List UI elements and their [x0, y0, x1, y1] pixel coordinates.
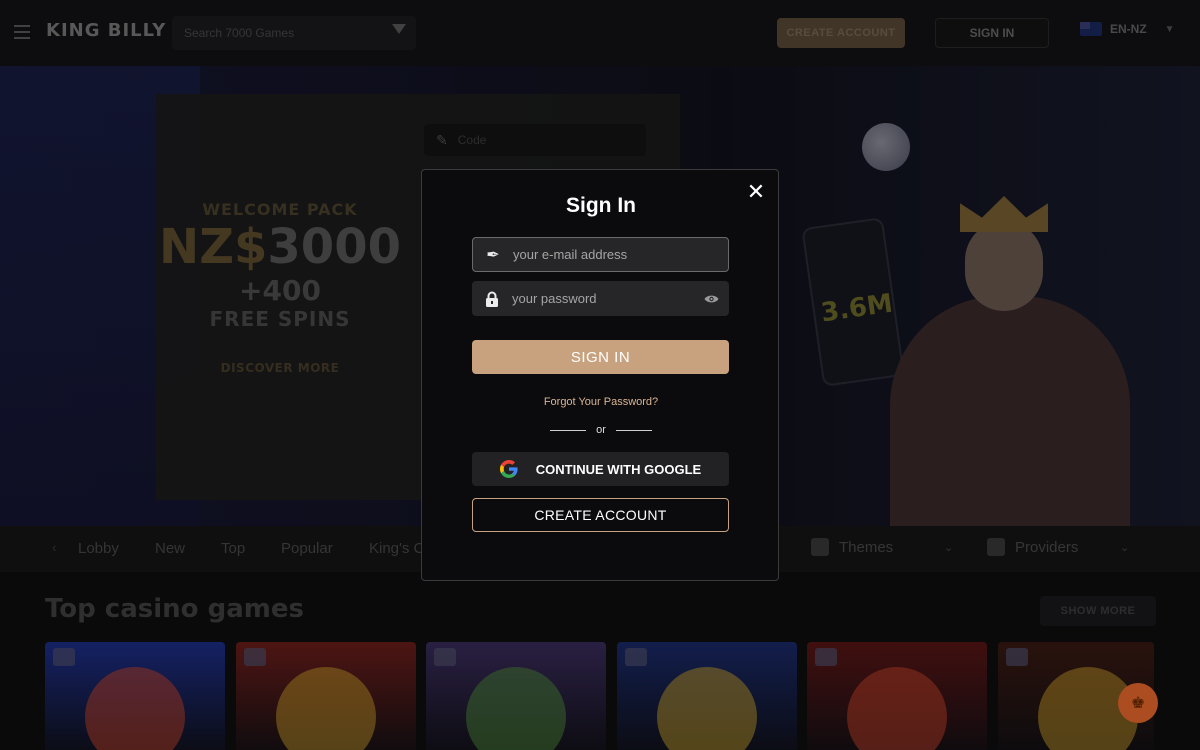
divider-line-right [616, 429, 652, 431]
or-divider: or [550, 424, 652, 436]
create-account-button[interactable]: CREATE ACCOUNT [472, 498, 729, 532]
password-field[interactable] [472, 281, 729, 316]
google-button-label: CONTINUE WITH GOOGLE [535, 461, 702, 477]
feather-pen-icon: ✒ [486, 246, 500, 264]
password-input[interactable] [512, 291, 693, 306]
email-field[interactable]: ✒ [472, 237, 729, 272]
divider-line-left [550, 429, 586, 431]
forgot-password-link[interactable]: Forgot Your Password? [422, 396, 780, 408]
sign-in-modal: ✕ Sign In ✒ SIGN IN Forgot Your Password… [421, 169, 779, 581]
email-input[interactable] [513, 247, 728, 262]
show-password-eye-icon[interactable] [693, 294, 729, 304]
sign-in-button[interactable]: SIGN IN [472, 340, 729, 374]
modal-title: Sign In [566, 194, 636, 217]
or-label: or [596, 424, 606, 436]
lock-icon [472, 291, 512, 307]
continue-with-google-button[interactable]: CONTINUE WITH GOOGLE [472, 452, 729, 486]
page: KING BILLY Search 7000 Games CREATE ACCO… [0, 0, 1200, 750]
google-icon [499, 460, 518, 478]
